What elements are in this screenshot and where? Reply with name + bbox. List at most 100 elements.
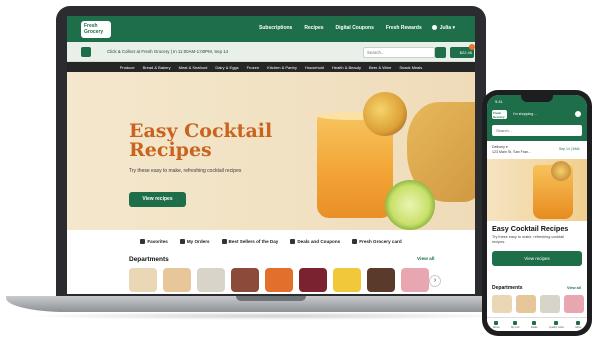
phone-department-tile[interactable] xyxy=(516,295,536,313)
nav-icon xyxy=(532,320,537,325)
phone-search-input[interactable]: Search... xyxy=(492,125,582,136)
quick-links: Favorites My Orders Best Sellers of the … xyxy=(67,230,475,252)
category-bar: Produce Bread & Bakery Meat & Seafood Da… xyxy=(67,62,475,72)
store-icon xyxy=(81,47,91,57)
category-meat[interactable]: Meat & Seafood xyxy=(179,65,208,70)
department-tile[interactable] xyxy=(197,268,225,292)
department-tile[interactable] xyxy=(299,268,327,292)
department-tile[interactable] xyxy=(231,268,259,292)
search-icon[interactable] xyxy=(435,47,446,58)
sparkle-icon xyxy=(221,238,227,244)
view-all-link[interactable]: View all xyxy=(417,257,435,262)
top-links: Subscriptions Recipes Digital Coupons Fr… xyxy=(259,25,434,31)
department-tile[interactable] xyxy=(333,268,361,292)
chevron-right-icon[interactable]: › xyxy=(429,275,441,287)
phone-nav-item[interactable]: Quality Links xyxy=(548,320,564,329)
top-nav-bar: Fresh Grocery Subscriptions Recipes Digi… xyxy=(67,16,475,42)
lime-image xyxy=(385,180,435,230)
search-input[interactable]: Search... xyxy=(363,47,435,58)
phone-brand-logo[interactable]: Fresh Grocery xyxy=(492,110,507,119)
orders-icon xyxy=(179,238,185,244)
category-dairy[interactable]: Dairy & Eggs xyxy=(215,65,238,70)
stage: Fresh Grocery Subscriptions Recipes Digi… xyxy=(0,0,593,340)
phone-delivery-info[interactable]: Delivery ▾ 123 Main St, San Fran... xyxy=(492,145,531,155)
department-tile[interactable] xyxy=(401,268,429,292)
cart-count-badge xyxy=(469,44,475,50)
category-frozen[interactable]: Frozen xyxy=(247,65,259,70)
phone-user-icon[interactable] xyxy=(575,111,581,117)
nav-fresh-rewards[interactable]: Fresh Rewards xyxy=(386,25,422,31)
phone-shopping-mode[interactable]: I'm shopping ... xyxy=(513,112,537,116)
nav-icon xyxy=(494,320,499,325)
phone-nav-label: Quality Links xyxy=(548,325,564,329)
pineapple-garnish-image xyxy=(363,92,407,136)
phone-view-recipes-button[interactable]: View recipes xyxy=(492,251,582,266)
quicklink-deals[interactable]: Deals and Coupons xyxy=(290,238,341,244)
departments-title: Departments xyxy=(129,256,169,263)
department-tile[interactable] xyxy=(367,268,395,292)
nav-recipes[interactable]: Recipes xyxy=(304,25,323,31)
quicklink-card[interactable]: Fresh Grocery card xyxy=(352,238,402,244)
view-recipes-button[interactable]: View recipes xyxy=(129,192,186,207)
category-household[interactable]: Household xyxy=(305,65,324,70)
laptop-notch xyxy=(236,296,306,301)
quicklink-favorites[interactable]: Favorites xyxy=(140,238,168,244)
phone-nav-item[interactable]: More xyxy=(575,320,581,329)
nav-subscriptions[interactable]: Subscriptions xyxy=(259,25,292,31)
phone-search-bar: Search... xyxy=(487,121,587,141)
brand-logo[interactable]: Fresh Grocery xyxy=(81,21,111,38)
department-tile[interactable] xyxy=(265,268,293,292)
delivery-address: 123 Main St, San Fran... xyxy=(492,150,531,154)
phone-hero-title: Easy Cocktail Recipes xyxy=(492,224,569,233)
department-tile[interactable] xyxy=(129,268,157,292)
laptop-shadow xyxy=(20,312,520,320)
store-bar: Click & Collect at Fresh Grocery | In 11… xyxy=(67,42,475,62)
hero-title: Easy Cocktail Recipes xyxy=(129,120,273,161)
quicklink-orders[interactable]: My Orders xyxy=(179,238,210,244)
phone-nav-item[interactable]: My List xyxy=(511,320,520,329)
phone-department-tile[interactable] xyxy=(564,295,584,313)
star-icon xyxy=(140,238,146,244)
nav-icon xyxy=(576,320,581,325)
phone-department-tile[interactable] xyxy=(492,295,512,313)
user-name: Julia xyxy=(439,25,452,31)
category-beer-wine[interactable]: Beer & Wine xyxy=(369,65,391,70)
nav-icon xyxy=(554,320,559,325)
category-produce[interactable]: Produce xyxy=(120,65,135,70)
phone-nav-label: Home xyxy=(492,325,500,329)
nav-digital-coupons[interactable]: Digital Coupons xyxy=(336,25,374,31)
hero-subtitle: Try these easy to make, refreshing cockt… xyxy=(129,168,242,174)
phone-department-tile[interactable] xyxy=(540,295,560,313)
phone-departments-title: Departments xyxy=(492,285,523,291)
tag-icon xyxy=(290,238,296,244)
user-icon xyxy=(431,25,437,30)
phone-nav-label: My List xyxy=(511,325,520,329)
phone-notch xyxy=(521,95,553,102)
category-snack-meals[interactable]: Snack Meals xyxy=(399,65,422,70)
phone-hero-subtitle: Try these easy to make, refreshing cockt… xyxy=(492,235,565,244)
phone-nav-item[interactable]: Home xyxy=(492,320,500,329)
phone-delivery-time[interactable]: Sep 14 | 9AM xyxy=(559,147,579,151)
quicklink-label: Best Sellers of the Day xyxy=(228,238,279,244)
department-tile[interactable] xyxy=(163,268,191,292)
quicklink-label: Fresh Grocery card xyxy=(359,238,402,244)
card-icon xyxy=(352,238,358,244)
nav-icon xyxy=(513,320,518,325)
store-info[interactable]: Click & Collect at Fresh Grocery | In 11… xyxy=(107,49,228,54)
phone-bottom-nav: Home My List Deals Quality Links More xyxy=(487,317,587,331)
category-health[interactable]: Health & Beauty xyxy=(332,65,361,70)
phone-time: 9:41 xyxy=(495,99,503,104)
quicklink-label: Deals and Coupons xyxy=(297,238,341,244)
delivery-mode: Delivery ▾ xyxy=(492,145,508,149)
phone-view-all-link[interactable]: View all xyxy=(567,286,581,290)
quicklink-label: My Orders xyxy=(186,238,210,244)
quicklink-best-sellers[interactable]: Best Sellers of the Day xyxy=(221,238,279,244)
phone-department-row xyxy=(492,295,584,313)
phone-nav-item[interactable]: Deals xyxy=(531,320,537,329)
laptop-screen: Fresh Grocery Subscriptions Recipes Digi… xyxy=(67,16,475,294)
quicklink-label: Favorites xyxy=(147,238,168,244)
phone-screen: 9:41 Fresh Grocery I'm shopping ... Sear… xyxy=(487,95,587,331)
user-menu[interactable]: Julia ▾ xyxy=(431,25,455,31)
category-bread[interactable]: Bread & Bakery xyxy=(143,65,171,70)
category-pantry[interactable]: Kitchen & Pantry xyxy=(267,65,297,70)
